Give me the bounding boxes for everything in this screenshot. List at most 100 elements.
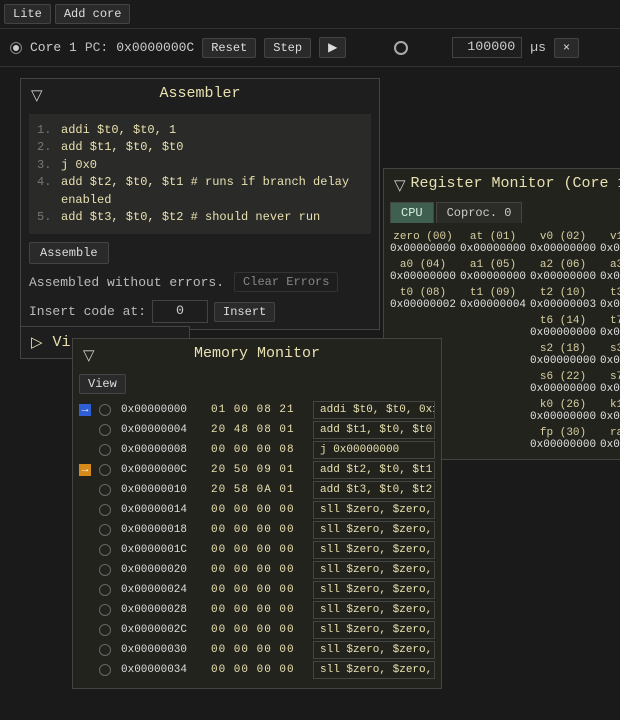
register-value: 0x00000000 — [460, 271, 526, 283]
register-value: 0x00000000 — [530, 411, 596, 423]
assemble-button[interactable]: Assemble — [29, 242, 109, 264]
memory-bytes: 00 00 00 00 — [211, 584, 307, 596]
arrow-slot — [79, 604, 91, 616]
register-name: t6 (14) — [530, 315, 596, 327]
breakpoint-toggle[interactable] — [99, 624, 111, 636]
disassembly: sll $zero, $zero, $zero, 0 — [313, 641, 435, 659]
breakpoint-toggle[interactable] — [99, 504, 111, 516]
tab-coproc0[interactable]: Coproc. 0 — [436, 202, 523, 223]
memory-bytes: 00 00 00 00 — [211, 644, 307, 656]
memory-bytes: 00 00 00 08 — [211, 444, 307, 456]
register-value: 0x00000000 — [530, 271, 596, 283]
panel-title: Vi — [53, 334, 71, 351]
arrow-slot — [79, 504, 91, 516]
step-button[interactable]: Step — [264, 38, 311, 58]
register-cell — [458, 397, 528, 425]
code-text: j 0x0 — [61, 157, 97, 174]
panel-title: Assembler — [159, 85, 240, 102]
register-cell: s3 (19)0x00000000 — [598, 341, 620, 369]
register-name: t3 (11) — [600, 287, 620, 299]
memory-address: 0x00000010 — [121, 484, 205, 496]
memory-address: 0x0000002C — [121, 624, 205, 636]
next-instruction-icon: → — [79, 404, 91, 416]
register-value: 0x00000000 — [600, 411, 620, 423]
clear-errors-button[interactable]: Clear Errors — [234, 272, 338, 292]
insert-address-input[interactable] — [152, 300, 208, 323]
arrow-slot — [79, 424, 91, 436]
memory-bytes: 20 50 09 01 — [211, 464, 307, 476]
line-number: 3. — [37, 157, 51, 174]
add-core-button[interactable]: Add core — [55, 4, 131, 24]
interval-input[interactable] — [452, 37, 522, 58]
play-button[interactable]: ▶ — [319, 37, 346, 58]
breakpoint-toggle[interactable] — [99, 484, 111, 496]
memory-bytes: 00 00 00 00 — [211, 504, 307, 516]
breakpoint-toggle[interactable] — [99, 584, 111, 596]
memory-address: 0x00000020 — [121, 564, 205, 576]
arrow-slot — [79, 644, 91, 656]
register-name: s7 (23) — [600, 371, 620, 383]
close-core-button[interactable]: × — [554, 38, 579, 58]
reset-button[interactable]: Reset — [202, 38, 256, 58]
memory-row: 0x0000002C00 00 00 00sll $zero, $zero, $… — [77, 620, 437, 640]
collapse-icon[interactable]: ▽ — [31, 86, 43, 105]
register-cell: v1 (03)0x00000000 — [598, 229, 620, 257]
register-value: 0x00000000 — [530, 243, 596, 255]
disassembly: sll $zero, $zero, $zero, 0 — [313, 601, 435, 619]
disassembly: sll $zero, $zero, $zero, 0 — [313, 621, 435, 639]
register-name: v1 (03) — [600, 231, 620, 243]
breakpoint-toggle[interactable] — [99, 564, 111, 576]
code-editor[interactable]: 1.addi $t0, $t0, 12.add $t1, $t0, $t03.j… — [29, 114, 371, 234]
code-line: 5.add $t3, $t0, $t2 # should never run — [37, 209, 363, 226]
expand-icon[interactable]: ▷ — [31, 333, 43, 352]
disassembly: sll $zero, $zero, $zero, 0 — [313, 581, 435, 599]
register-cell: s2 (18)0x00000000 — [528, 341, 598, 369]
line-number: 5. — [37, 209, 51, 226]
speed-slider[interactable] — [354, 41, 444, 55]
breakpoint-toggle[interactable] — [99, 544, 111, 556]
memory-bytes: 00 00 00 00 — [211, 564, 307, 576]
breakpoint-toggle[interactable] — [99, 604, 111, 616]
register-value: 0x00000004 — [460, 299, 526, 311]
breakpoint-toggle[interactable] — [99, 404, 111, 416]
register-name: s3 (19) — [600, 343, 620, 355]
core-select-radio[interactable] — [10, 42, 22, 54]
memory-view-button[interactable]: View — [79, 374, 126, 394]
breakpoint-toggle[interactable] — [99, 444, 111, 456]
register-cell: t1 (09)0x00000004 — [458, 285, 528, 313]
disassembly: sll $zero, $zero, $zero, 0 — [313, 561, 435, 579]
collapse-icon[interactable]: ▽ — [394, 176, 406, 195]
collapse-icon[interactable]: ▽ — [83, 346, 95, 365]
disassembly: sll $zero, $zero, $zero, 0 — [313, 541, 435, 559]
memory-address: 0x0000000C — [121, 464, 205, 476]
register-value: 0x00000000 — [600, 327, 620, 339]
arrow-slot — [79, 564, 91, 576]
tab-cpu[interactable]: CPU — [390, 202, 434, 223]
breakpoint-toggle[interactable] — [99, 464, 111, 476]
register-value: 0x00000000 — [390, 243, 456, 255]
disassembly: add $t3, $t0, $t2 — [313, 481, 435, 499]
register-name: s2 (18) — [530, 343, 596, 355]
memory-address: 0x00000000 — [121, 404, 205, 416]
breakpoint-toggle[interactable] — [99, 644, 111, 656]
memory-address: 0x00000004 — [121, 424, 205, 436]
register-cell: zero (00)0x00000000 — [388, 229, 458, 257]
lite-button[interactable]: Lite — [4, 4, 51, 24]
memory-row: 0x0000000800 00 00 08j 0x00000000 — [77, 440, 437, 460]
register-value: 0x00000000 — [600, 271, 620, 283]
memory-bytes: 20 58 0A 01 — [211, 484, 307, 496]
interval-unit: µs — [530, 40, 546, 55]
arrow-slot — [79, 444, 91, 456]
register-cell — [458, 425, 528, 453]
register-name: t0 (08) — [390, 287, 456, 299]
register-cell: a3 (07)0x00000000 — [598, 257, 620, 285]
breakpoint-toggle[interactable] — [99, 524, 111, 536]
register-cell — [458, 341, 528, 369]
breakpoint-toggle[interactable] — [99, 664, 111, 676]
disassembly: sll $zero, $zero, $zero, 0 — [313, 501, 435, 519]
current-pc-icon: → — [79, 464, 91, 476]
register-name: k1 (27) — [600, 399, 620, 411]
breakpoint-toggle[interactable] — [99, 424, 111, 436]
insert-button[interactable]: Insert — [214, 302, 275, 322]
pc-value: 0x0000000C — [116, 40, 194, 55]
